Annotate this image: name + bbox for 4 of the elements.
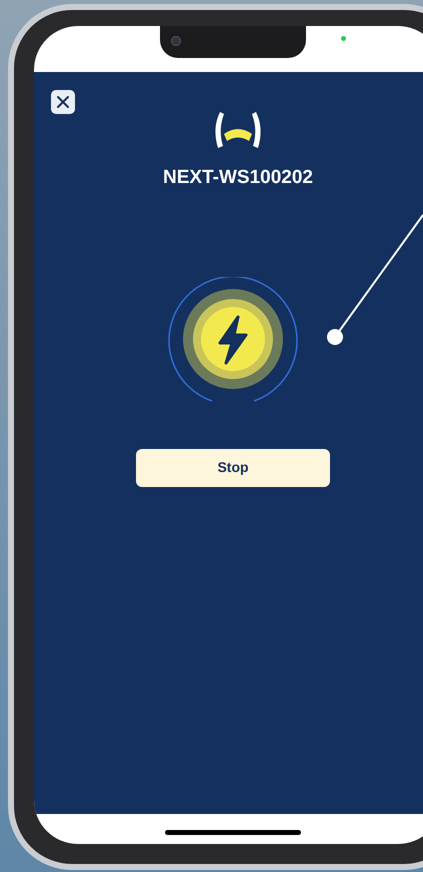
stop-button[interactable]: Stop bbox=[136, 448, 330, 486]
close-icon bbox=[56, 95, 70, 109]
close-button[interactable] bbox=[51, 90, 75, 114]
device-name: NEXT-WS100202 bbox=[163, 166, 313, 190]
